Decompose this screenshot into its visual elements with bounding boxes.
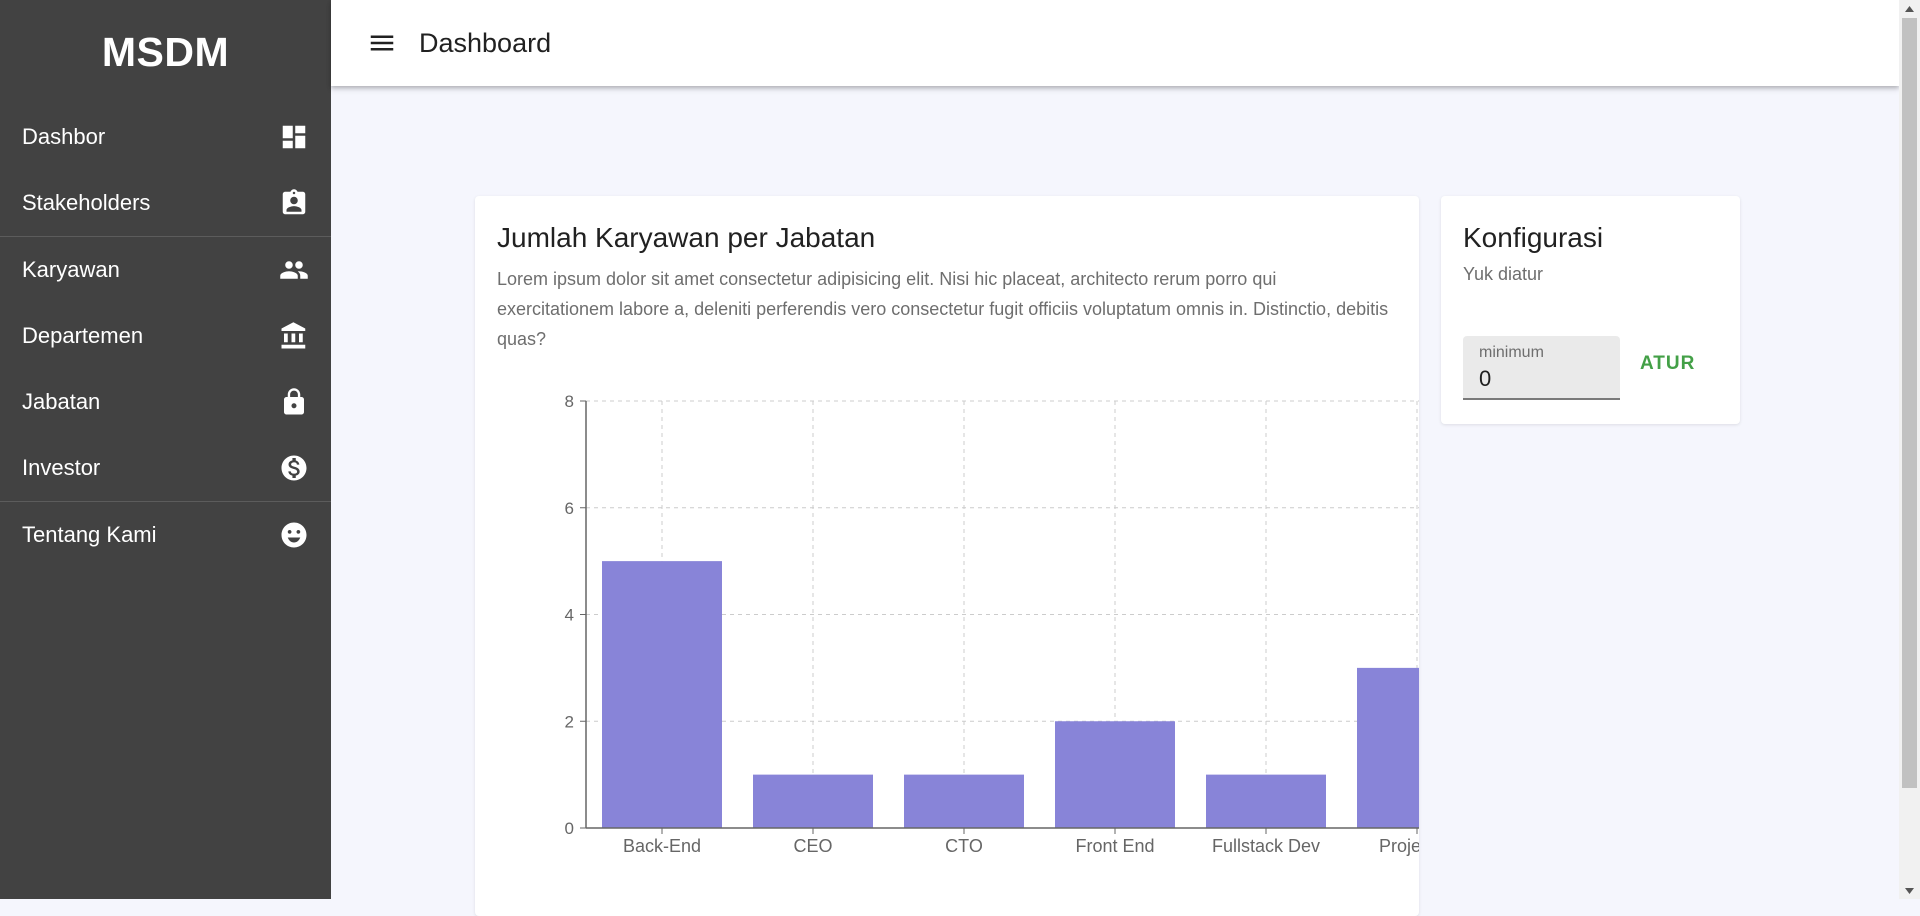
scroll-down-arrow-icon[interactable] (1899, 882, 1920, 899)
sidebar: MSDM Dashbor Stakeholders Karyawan Depar… (0, 0, 331, 899)
config-card: Konfigurasi Yuk diatur minimum 0 ATUR (1441, 196, 1740, 424)
brand-logo: MSDM (101, 28, 230, 75)
config-card-subtitle: Yuk diatur (1463, 264, 1544, 284)
x-tick-label: CTO (945, 836, 983, 856)
sidebar-item-label: Investor (22, 455, 101, 480)
x-tick-label: CEO (793, 836, 832, 856)
sidebar-item-label: Jabatan (22, 389, 101, 414)
minimum-field[interactable]: minimum 0 (1463, 336, 1620, 400)
bar-chart: 0 2 4 6 8 Back-End CEO CTO Front End Fullstack De… (565, 392, 1419, 856)
chart-card: Jumlah Karyawan per Jabatan Lorem ipsum … (475, 196, 1419, 916)
hamburger-menu-icon[interactable] (367, 28, 397, 58)
sidebar-item-stakeholders[interactable]: Stakeholders (0, 170, 331, 236)
dollar-circle-icon (279, 453, 309, 483)
minimum-field-value[interactable]: 0 (1479, 366, 1491, 392)
x-tick-label: Project M (1379, 836, 1419, 856)
y-tick-label: 4 (565, 606, 574, 625)
sidebar-item-label: Dashbor (22, 124, 106, 149)
nav-group-data: Karyawan Departemen Jabatan Investor (0, 237, 331, 502)
y-tick-label: 0 (565, 819, 574, 838)
sidebar-item-label: Stakeholders (22, 190, 151, 215)
atur-button[interactable]: ATUR (1640, 353, 1695, 375)
nav-group-about: Tentang Kami (0, 502, 331, 568)
y-tick-label: 2 (565, 712, 574, 731)
lock-icon (279, 387, 309, 417)
x-tick-label: Fullstack Dev (1212, 836, 1320, 856)
chart-bar (1206, 774, 1326, 828)
people-icon (279, 255, 309, 285)
x-tick-label: Front End (1075, 836, 1154, 856)
scroll-up-arrow-icon[interactable] (1899, 0, 1920, 17)
minimum-field-label: minimum (1479, 344, 1544, 361)
sidebar-item-investor[interactable]: Investor (0, 435, 331, 501)
sidebar-item-karyawan[interactable]: Karyawan (0, 237, 331, 303)
assignment-ind-icon (279, 188, 309, 218)
chart-bar (1357, 667, 1419, 828)
smile-icon (279, 520, 309, 550)
sidebar-item-jabatan[interactable]: Jabatan (0, 369, 331, 435)
page-scrollbar[interactable] (1899, 0, 1920, 899)
y-tick-label: 6 (565, 499, 574, 518)
scrollbar-thumb[interactable] (1902, 18, 1917, 788)
dashboard-icon (279, 122, 309, 152)
config-card-title: Konfigurasi (1463, 222, 1604, 253)
page-title: Dashboard (419, 27, 552, 58)
sidebar-item-tentang-kami[interactable]: Tentang Kami (0, 502, 331, 568)
chart-bar (1055, 721, 1175, 828)
sidebar-item-dashbor[interactable]: Dashbor (0, 104, 331, 170)
sidebar-item-departemen[interactable]: Departemen (0, 303, 331, 369)
bank-icon (279, 321, 309, 351)
sidebar-item-label: Departemen (22, 323, 144, 348)
chart-bar (602, 561, 722, 828)
chart-bar (904, 774, 1024, 828)
app-header: Dashboard (331, 0, 1899, 86)
nav-group-main: Dashbor Stakeholders (0, 104, 331, 237)
sidebar-item-label: Karyawan (22, 257, 120, 282)
sidebar-item-label: Tentang Kami (22, 522, 157, 547)
x-tick-label: Back-End (623, 836, 701, 856)
y-tick-label: 8 (565, 392, 574, 411)
chart-bar (753, 774, 873, 828)
